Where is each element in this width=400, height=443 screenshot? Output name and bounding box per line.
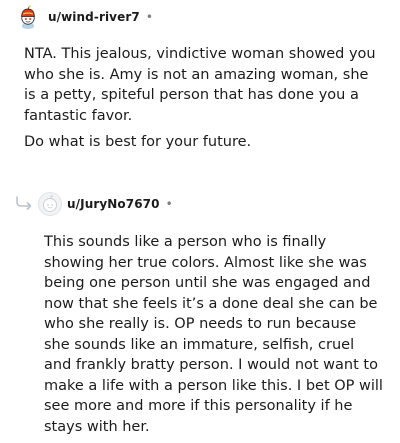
comment-body: NTA. This jealous, vindictive woman show… <box>24 44 384 159</box>
comment-paragraph: Do what is best for your future. <box>24 134 252 150</box>
comment-paragraph: This sounds like a person who is finally… <box>44 234 383 435</box>
comment-author[interactable]: u/wind-river7 <box>48 10 140 24</box>
reply-arrow-icon <box>16 196 32 210</box>
comment-author[interactable]: u/JuryNo7670 <box>67 197 160 211</box>
default-avatar-icon <box>43 195 57 212</box>
snoo-avatar-icon <box>21 5 35 29</box>
meta-separator: • <box>165 197 173 211</box>
meta-separator: • <box>145 10 153 24</box>
avatar[interactable] <box>38 192 62 216</box>
comment-paragraph: NTA. This jealous, vindictive woman show… <box>24 46 376 124</box>
comment-1-header: u/wind-river7 • <box>16 5 153 29</box>
comment-body: This sounds like a person who is finally… <box>44 232 384 437</box>
comment-2-header: u/JuryNo7670 • <box>38 192 173 216</box>
avatar[interactable] <box>16 5 40 29</box>
